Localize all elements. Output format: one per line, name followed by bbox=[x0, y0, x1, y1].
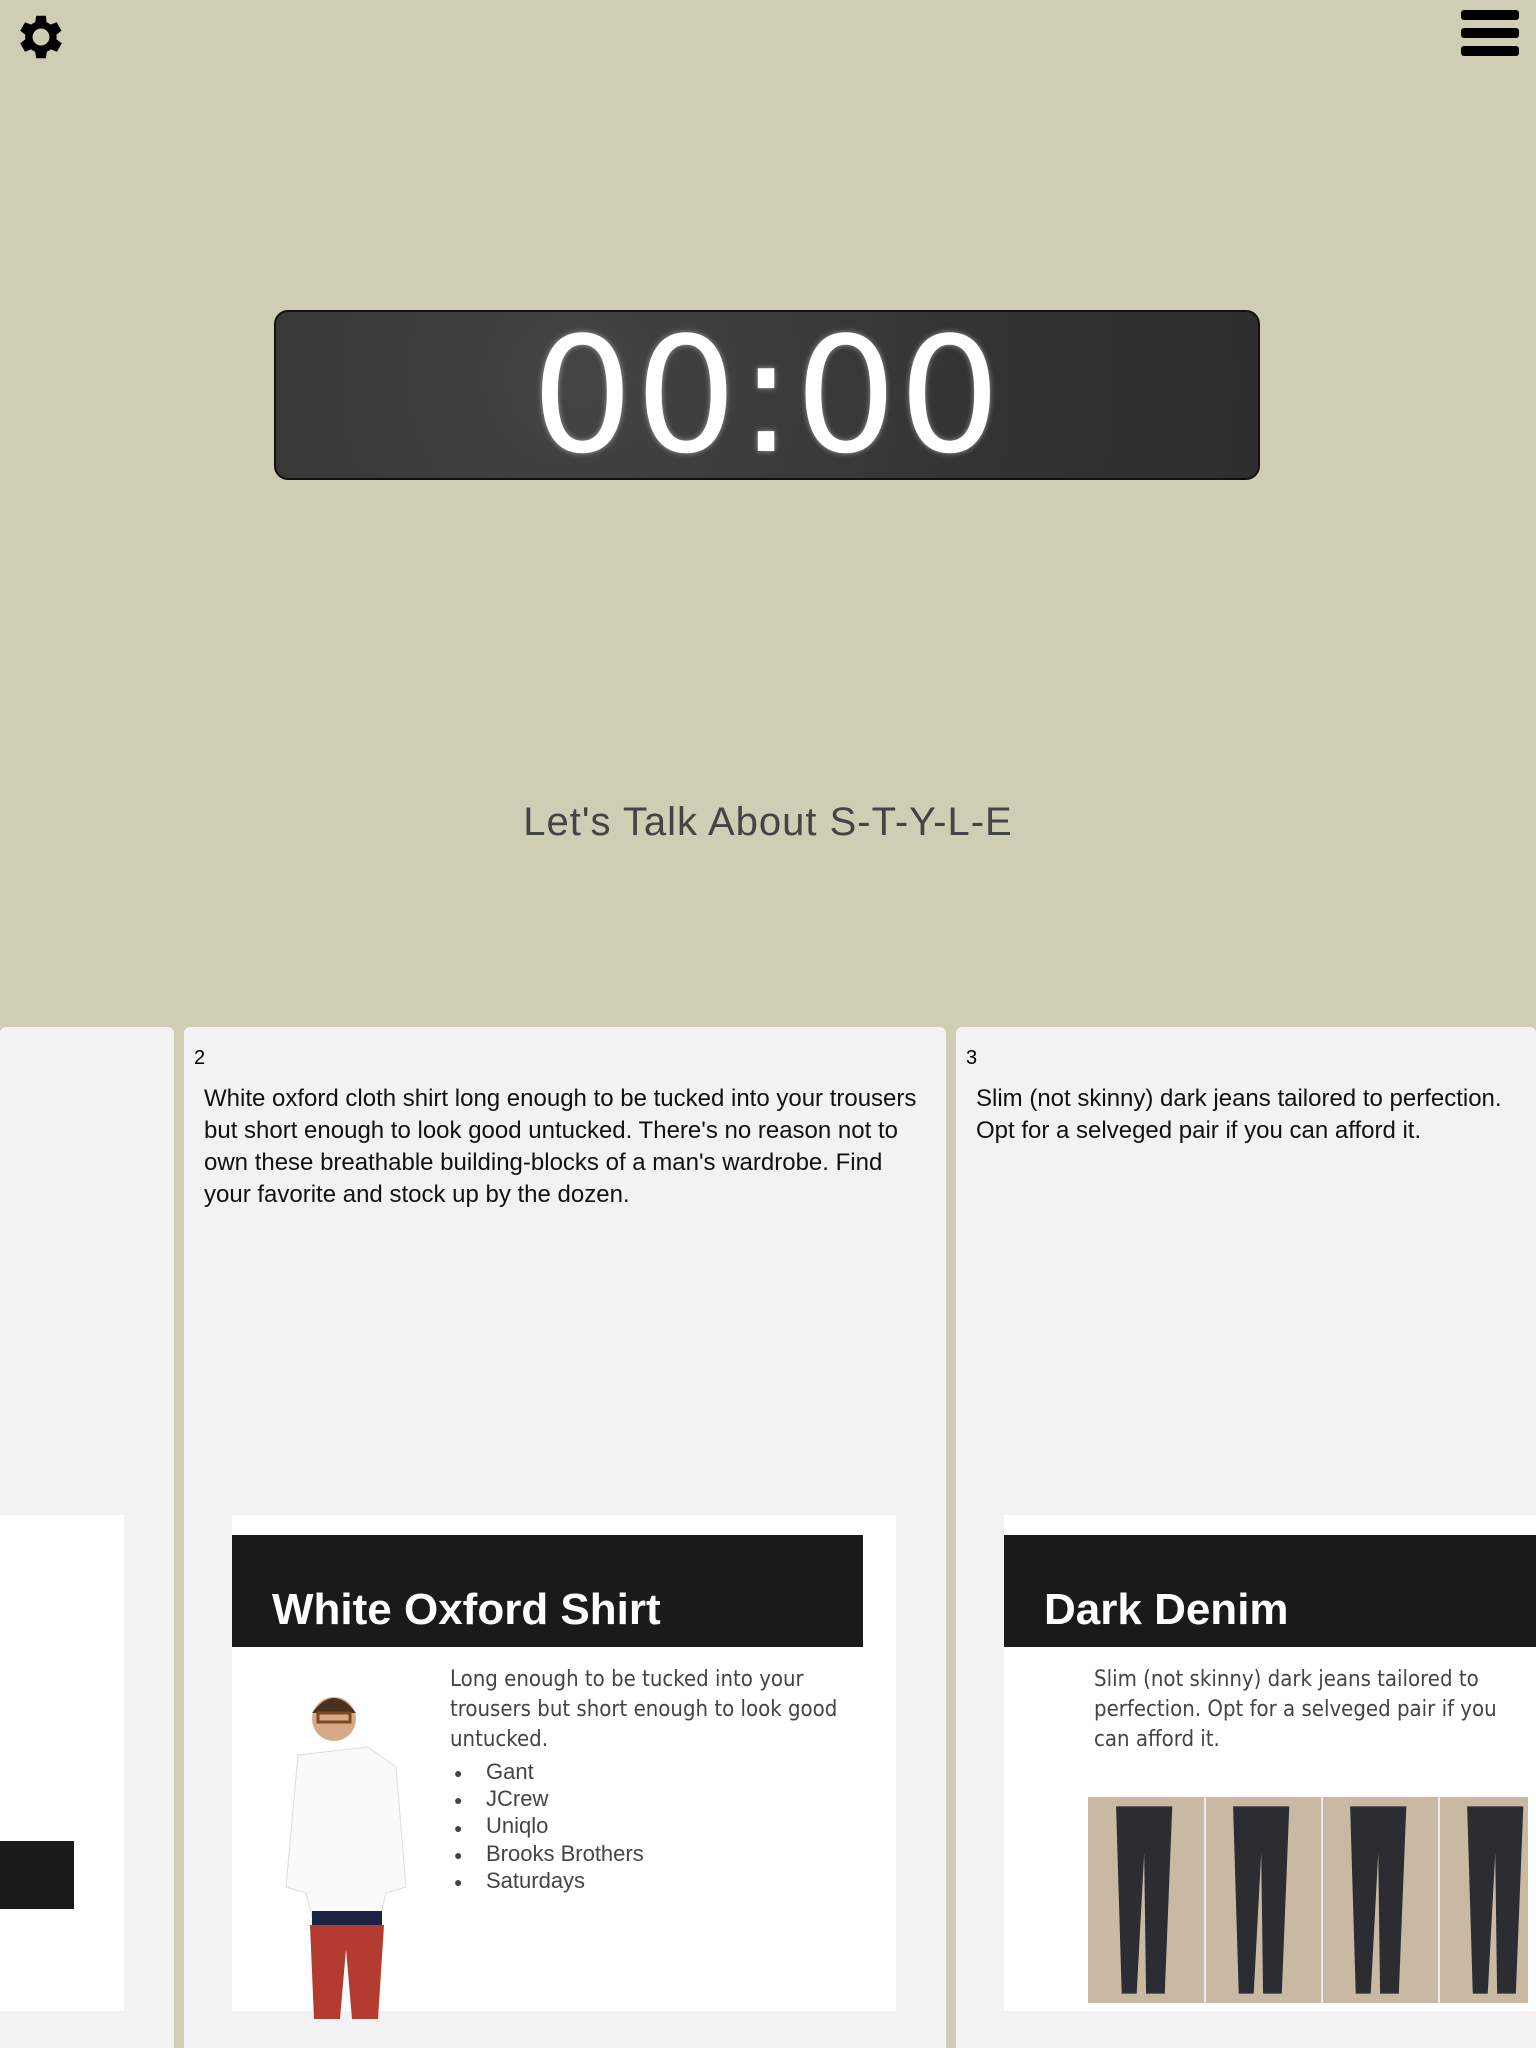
slide-title: Dark Denim bbox=[1004, 1535, 1536, 1647]
jeans-photo bbox=[1088, 1797, 1528, 2003]
slide-card-3[interactable]: 3 Slim (not skinny) dark jeans tailored … bbox=[956, 1027, 1536, 2048]
slide-notes: Slim (not skinny) dark jeans tailored to… bbox=[976, 1085, 1502, 1144]
slide-number: 3 bbox=[966, 1047, 978, 1069]
brand-item: JCrew bbox=[454, 1786, 644, 1813]
slide-card-2[interactable]: 2 White oxford cloth shirt long enough t… bbox=[184, 1027, 946, 2048]
presentation-title: Let's Talk About S-T-Y-L-E bbox=[523, 800, 1013, 844]
slide-card-previous[interactable] bbox=[0, 1027, 174, 2048]
gear-icon[interactable] bbox=[12, 8, 70, 66]
model-photo bbox=[285, 1697, 407, 2019]
slide-thumbnail: Dark Denim Slim (not skinny) dark jeans … bbox=[1004, 1515, 1536, 2011]
slide-description: Long enough to be tucked into your trous… bbox=[450, 1667, 838, 1752]
slide-notes: White oxford cloth shirt long enough to … bbox=[204, 1085, 917, 1208]
slide-description: Slim (not skinny) dark jeans tailored to… bbox=[1094, 1667, 1497, 1752]
brand-item: Brooks Brothers bbox=[454, 1841, 644, 1868]
brand-item: Saturdays bbox=[454, 1868, 644, 1895]
brand-item: Gant bbox=[454, 1759, 644, 1786]
slide-thumbnail bbox=[0, 1515, 124, 2011]
timer-value: 00:00 bbox=[531, 301, 1003, 489]
slide-number: 2 bbox=[194, 1047, 206, 1069]
brand-list: Gant JCrew Uniqlo Brooks Brothers Saturd… bbox=[454, 1759, 644, 1895]
hamburger-menu-icon[interactable] bbox=[1461, 8, 1519, 58]
slide-thumbnail: White Oxford Shirt Long enough to be tuc… bbox=[232, 1515, 896, 2019]
slide-title: White Oxford Shirt bbox=[232, 1535, 863, 1647]
timer-display: 00:00 bbox=[274, 302, 1260, 489]
brand-item: Uniqlo bbox=[454, 1813, 644, 1840]
